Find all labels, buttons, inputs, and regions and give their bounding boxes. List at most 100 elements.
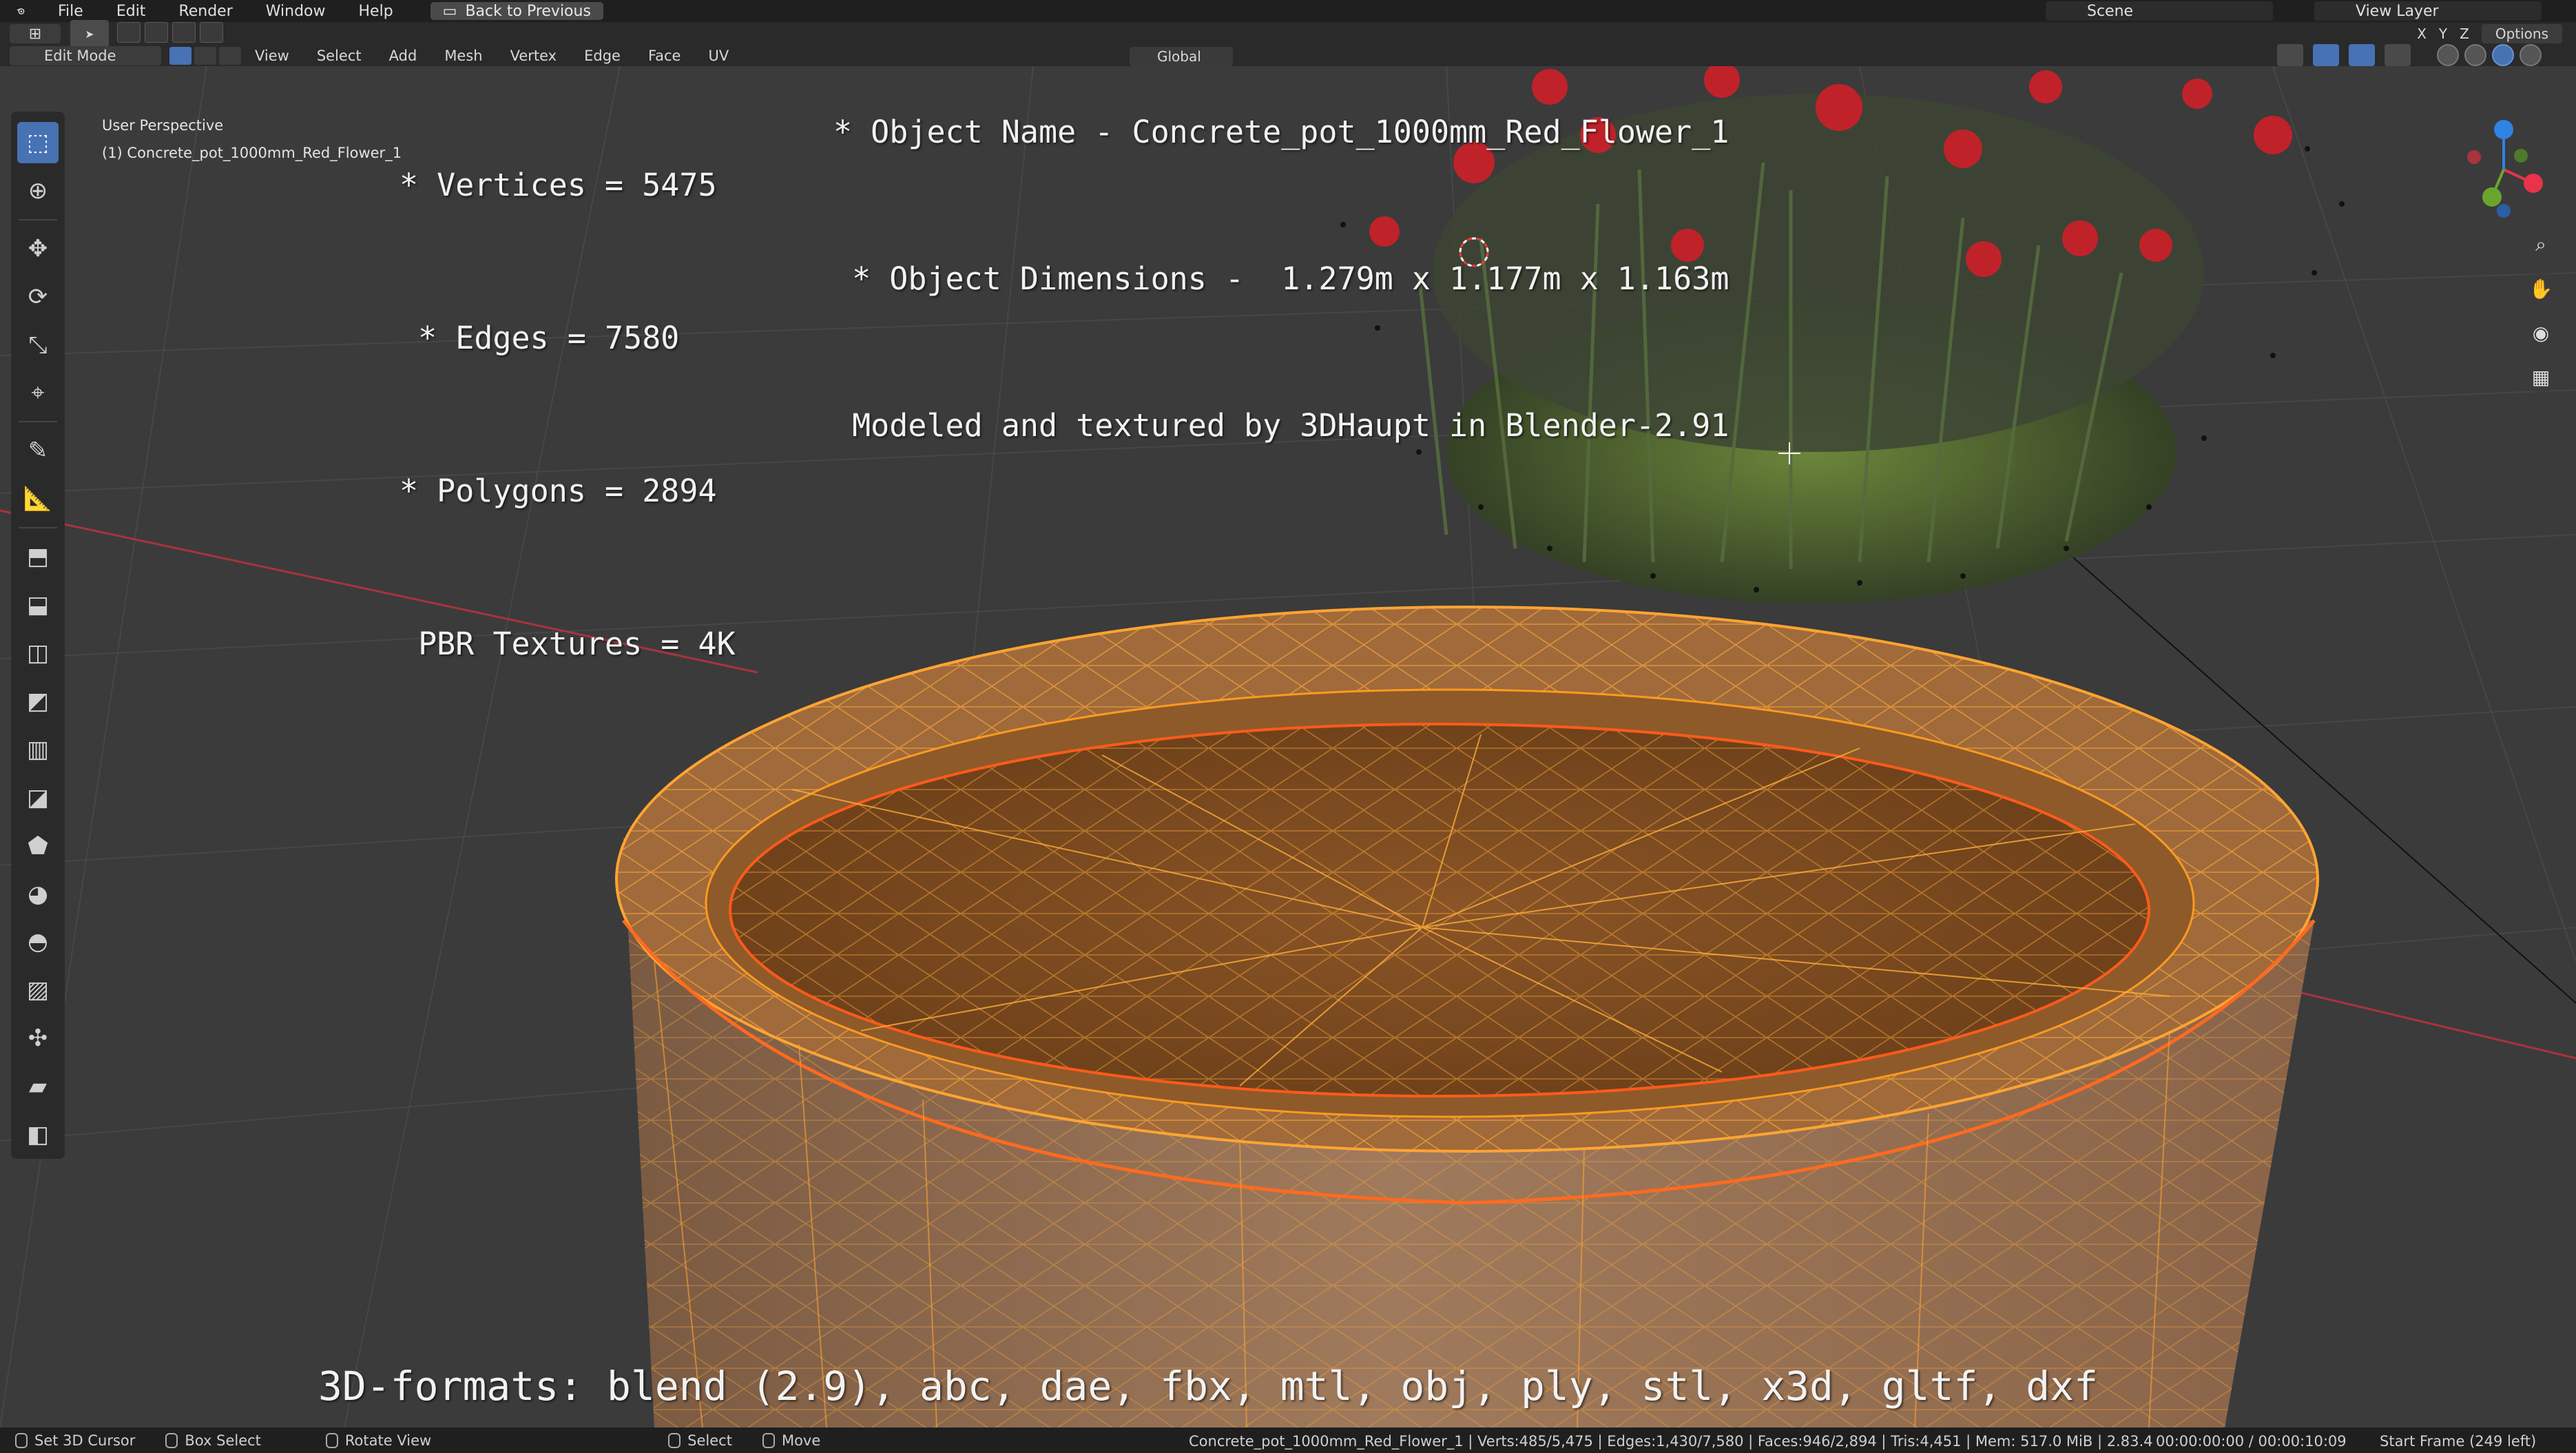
add-cube-icon[interactable]: ⬒ xyxy=(17,536,59,577)
select-new-mode[interactable] xyxy=(117,22,141,43)
scene-name: Scene xyxy=(2087,2,2134,20)
status-label: Box Select xyxy=(185,1432,261,1449)
mode-label: Edit Mode xyxy=(44,48,116,64)
tool-separator xyxy=(19,527,57,529)
view-layer-selector[interactable]: View Layer xyxy=(2314,1,2542,21)
material-preview-button[interactable] xyxy=(2492,44,2514,66)
navigation-gizmo[interactable] xyxy=(2459,114,2562,225)
selection-mode-buttons xyxy=(117,22,223,45)
camera-icon[interactable]: ◉ xyxy=(2524,316,2558,350)
tool-separator xyxy=(19,218,57,220)
menu-file[interactable]: File xyxy=(41,0,100,22)
options-label: Options xyxy=(2495,25,2548,42)
smooth-icon[interactable]: ◓ xyxy=(17,922,59,963)
rip-icon[interactable]: ◧ xyxy=(17,1114,59,1155)
mesh-stats-overlay: * Vertices = 5475 * Edges = 7580 * Polyg… xyxy=(399,58,736,721)
spin-icon[interactable]: ◕ xyxy=(17,874,59,915)
tool-shelf: ⬚ ⊕ ✥ ⟳ ⤡ ⌖ ✎ 📐 ⬒ ⬓ ◫ ◩ ▥ ◪ ⬟ ◕ ◓ ▨ ✣ ▰ … xyxy=(11,112,65,1159)
status-select: Select xyxy=(653,1432,747,1449)
view-perspective-label: User Perspective xyxy=(102,117,224,134)
scene-selector[interactable]: Scene xyxy=(2046,1,2273,21)
edges-count: * Edges = 7580 xyxy=(399,320,680,356)
object-name-line: * Object Name - Concrete_pot_1000mm_Red_… xyxy=(833,114,1730,150)
mouse-drag-icon xyxy=(762,1432,775,1448)
options-button[interactable]: Options xyxy=(2481,24,2562,43)
status-bar: Set 3D Cursor Box Select Rotate View Sel… xyxy=(0,1428,2576,1453)
status-rotate-view: Rotate View xyxy=(311,1432,446,1449)
modeled-by-line: Modeled and textured by 3DHaupt in Blend… xyxy=(833,407,1730,444)
extrude-icon[interactable]: ⬓ xyxy=(17,584,59,626)
move-icon[interactable]: ✥ xyxy=(17,228,59,269)
cursor-icon[interactable]: ⊕ xyxy=(17,170,59,212)
xray-toggle-icon[interactable] xyxy=(2385,44,2411,66)
menu-select[interactable]: Select xyxy=(303,48,375,64)
bevel-icon[interactable]: ◩ xyxy=(17,681,59,722)
status-set-cursor: Set 3D Cursor xyxy=(0,1432,150,1449)
axis-y-toggle[interactable]: Y xyxy=(2439,25,2447,42)
concrete-pot xyxy=(615,606,2319,1428)
cursor-arrow-icon: ➤ xyxy=(85,27,94,41)
status-label: Select xyxy=(687,1432,732,1449)
inset-icon[interactable]: ◫ xyxy=(17,632,59,674)
wireframe-shading-button[interactable] xyxy=(2437,44,2459,66)
screen-icon: ▭ xyxy=(442,2,457,20)
menu-help[interactable]: Help xyxy=(342,0,410,22)
select-extend-mode[interactable] xyxy=(145,22,168,43)
perspective-grid-icon[interactable]: ▦ xyxy=(2524,360,2558,394)
status-move: Move xyxy=(747,1432,835,1449)
shrink-fatten-icon[interactable]: ✣ xyxy=(17,1018,59,1059)
status-box-select: Box Select xyxy=(150,1432,276,1449)
pan-hand-icon[interactable]: ✋ xyxy=(2524,271,2558,306)
mode-dropdown[interactable]: Edit Mode xyxy=(10,46,161,65)
gizmo-x-icon xyxy=(2524,174,2543,193)
knife-icon[interactable]: ◪ xyxy=(17,777,59,818)
vertices-count: * Vertices = 5475 xyxy=(399,167,717,203)
shading-mode-buttons xyxy=(2437,44,2542,66)
gizmo-y-icon xyxy=(2482,187,2502,207)
shear-icon[interactable]: ▰ xyxy=(17,1066,59,1107)
vertex-select-mode[interactable] xyxy=(169,47,191,65)
gizmo-toggle-icon[interactable] xyxy=(2313,44,2339,66)
menu-window[interactable]: Window xyxy=(249,0,342,22)
loop-cut-icon[interactable]: ▥ xyxy=(17,729,59,770)
transform-icon[interactable]: ⌖ xyxy=(17,373,59,414)
header-right-tools: X Y Z Options xyxy=(2417,22,2576,45)
annotate-icon[interactable]: ✎ xyxy=(17,430,59,471)
measure-icon[interactable]: 📐 xyxy=(17,478,59,519)
mesh-select-modes xyxy=(169,47,241,65)
menu-render[interactable]: Render xyxy=(162,0,249,22)
poly-build-icon[interactable]: ⬟ xyxy=(17,825,59,867)
status-label: Move xyxy=(781,1432,821,1449)
active-tool-button[interactable]: ➤ xyxy=(70,20,109,48)
edge-slide-icon[interactable]: ▨ xyxy=(17,969,59,1011)
active-object-label: (1) Concrete_pot_1000mm_Red_Flower_1 xyxy=(102,145,402,161)
menu-view[interactable]: View xyxy=(241,48,303,64)
overlay-buttons xyxy=(2277,44,2411,66)
status-label: Set 3D Cursor xyxy=(34,1432,136,1449)
scale-icon[interactable]: ⤡ xyxy=(17,324,59,366)
scene-statistics: Concrete_pot_1000mm_Red_Flower_1 | Verts… xyxy=(1189,1433,2153,1450)
select-box-icon[interactable]: ⬚ xyxy=(17,122,59,163)
editor-type-button[interactable]: ⊞ xyxy=(10,24,61,43)
visibility-icon[interactable] xyxy=(2277,44,2303,66)
rotate-icon[interactable]: ⟳ xyxy=(17,276,59,318)
texture-resolution: PBR Textures = 4K xyxy=(399,626,736,662)
face-select-mode[interactable] xyxy=(219,47,241,65)
mouse-left-icon xyxy=(668,1432,681,1448)
zoom-icon[interactable]: ⌕ xyxy=(2524,227,2558,262)
rendered-shading-button[interactable] xyxy=(2520,44,2542,66)
solid-shading-button[interactable] xyxy=(2464,44,2486,66)
gizmo-z-icon xyxy=(2494,120,2513,139)
formats-caption: 3D-formats: blend (2.9), abc, dae, fbx, … xyxy=(318,1363,2099,1410)
select-invert-mode[interactable] xyxy=(200,22,223,43)
blender-logo-icon[interactable] xyxy=(0,0,41,22)
axis-x-toggle[interactable]: X xyxy=(2417,25,2427,42)
menu-edit[interactable]: Edit xyxy=(100,0,163,22)
back-to-previous-button[interactable]: ▭ Back to Previous xyxy=(430,2,603,20)
overlay-toggle-icon[interactable] xyxy=(2349,44,2375,66)
axis-z-toggle[interactable]: Z xyxy=(2460,25,2469,42)
edge-select-mode[interactable] xyxy=(194,47,216,65)
select-subtract-mode[interactable] xyxy=(172,22,196,43)
editor-type-icon: ⊞ xyxy=(28,25,42,43)
status-label: Rotate View xyxy=(344,1432,432,1449)
